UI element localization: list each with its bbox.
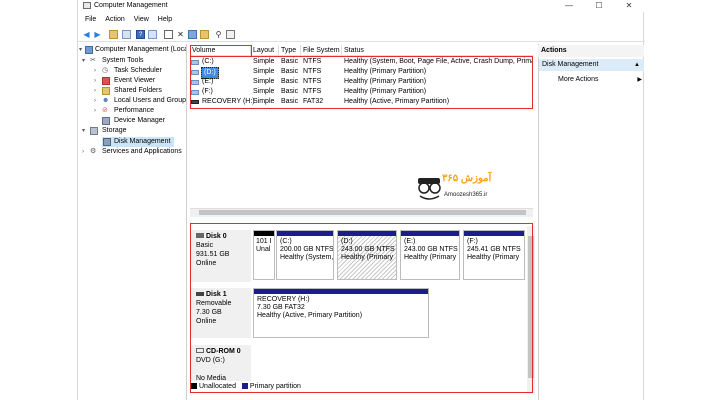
expand-arrow-icon[interactable]: › — [94, 76, 100, 86]
actions-header: Actions — [538, 45, 644, 57]
menu-file[interactable]: File — [83, 14, 98, 25]
computer-management-window: Computer Management — ☐ ✕ File Action View… — [77, 0, 645, 400]
tree-item-shared-folders[interactable]: › Shared Folders — [94, 86, 186, 96]
collapse-arrow-icon[interactable]: ▾ — [82, 56, 88, 66]
expand-arrow-icon[interactable]: › — [94, 96, 100, 106]
tree-item-performance[interactable]: › ⊘ Performance — [94, 106, 186, 116]
pane-view-icon[interactable] — [148, 30, 157, 39]
column-status[interactable]: Status — [342, 45, 533, 56]
tree-item-local-users[interactable]: › ☻ Local Users and Groups — [94, 96, 186, 106]
event-viewer-icon — [102, 77, 110, 85]
tree-item-root[interactable]: ▾ Computer Management (Local — [79, 45, 186, 55]
help-icon[interactable]: ? — [136, 30, 145, 39]
watermark: آموزش ۳۶۵ Amoozesh365.ir — [414, 170, 524, 206]
column-type[interactable]: Type — [279, 45, 301, 56]
tree-item-storage[interactable]: ▾ Storage — [82, 126, 186, 136]
show-tree-icon[interactable] — [122, 30, 131, 39]
expand-arrow-icon[interactable]: › — [94, 106, 100, 116]
open-folder-icon[interactable] — [200, 30, 209, 39]
watermark-brand: آموزش ۳۶۵ — [442, 173, 492, 184]
device-manager-icon — [102, 117, 110, 125]
settings-icon[interactable] — [226, 30, 235, 39]
collapse-up-icon[interactable]: ▲ — [634, 59, 640, 71]
tree-item-services[interactable]: › ⚙ Services and Applications — [82, 147, 186, 157]
clock-icon: ◷ — [102, 67, 109, 74]
watermark-site: Amoozesh365.ir — [444, 192, 488, 198]
back-arrow-icon[interactable]: ◀ — [82, 30, 91, 39]
computer-icon — [85, 46, 93, 54]
tree-item-device-manager[interactable]: Device Manager — [94, 116, 186, 126]
shared-folder-icon — [102, 87, 110, 95]
submenu-arrow-icon: ▶ — [637, 77, 642, 83]
minimize-button[interactable]: — — [556, 0, 582, 12]
disk-management-icon — [103, 138, 111, 146]
actions-disk-management[interactable]: Disk Management ▲ — [539, 59, 644, 71]
actions-pane — [538, 44, 644, 400]
column-file-system[interactable]: File System — [301, 45, 342, 56]
tree-item-system-tools[interactable]: ▾ ✂ System Tools — [82, 56, 186, 66]
tools-icon: ✂ — [90, 57, 96, 64]
users-icon: ☻ — [102, 97, 110, 104]
properties-icon[interactable] — [188, 30, 197, 39]
window-title: Computer Management — [94, 2, 168, 9]
tree-item-task-scheduler[interactable]: › ◷ Task Scheduler — [94, 66, 186, 76]
tree-item-event-viewer[interactable]: › Event Viewer — [94, 76, 186, 86]
expand-arrow-icon[interactable]: › — [94, 86, 100, 96]
title-bar: Computer Management — ☐ ✕ — [78, 0, 645, 12]
performance-icon: ⊘ — [102, 107, 108, 114]
maximize-button[interactable]: ☐ — [586, 0, 612, 12]
disk-area-highlight — [190, 223, 533, 393]
expand-arrow-icon[interactable]: › — [94, 66, 100, 76]
collapse-arrow-icon[interactable]: ▾ — [82, 126, 88, 136]
computer-management-icon — [83, 2, 91, 9]
toolbar: ◀ ▶ ? ✕ ⚲ — [78, 28, 645, 42]
folder-up-icon[interactable] — [109, 30, 118, 39]
column-layout[interactable]: Layout — [251, 45, 279, 56]
menu-bar: File Action View Help — [78, 14, 645, 25]
volume-list-highlight — [190, 56, 533, 109]
more-actions-item[interactable]: More Actions ▶ — [558, 75, 642, 85]
delete-icon[interactable]: ✕ — [176, 30, 185, 39]
tree-item-disk-management[interactable]: Disk Management — [102, 137, 174, 147]
menu-help[interactable]: Help — [156, 14, 174, 25]
forward-arrow-icon[interactable]: ▶ — [93, 30, 102, 39]
navigation-tree: ▾ Computer Management (Local ▾ ✂ System … — [78, 44, 187, 400]
expand-arrow-icon[interactable]: › — [82, 147, 88, 157]
menu-view[interactable]: View — [132, 14, 151, 25]
horizontal-scroll-thumb[interactable] — [199, 210, 526, 215]
menu-action[interactable]: Action — [103, 14, 126, 25]
connect-icon[interactable] — [164, 30, 173, 39]
close-button[interactable]: ✕ — [616, 0, 642, 12]
storage-icon — [90, 127, 98, 135]
services-icon: ⚙ — [90, 148, 97, 155]
search-icon[interactable]: ⚲ — [214, 30, 223, 39]
